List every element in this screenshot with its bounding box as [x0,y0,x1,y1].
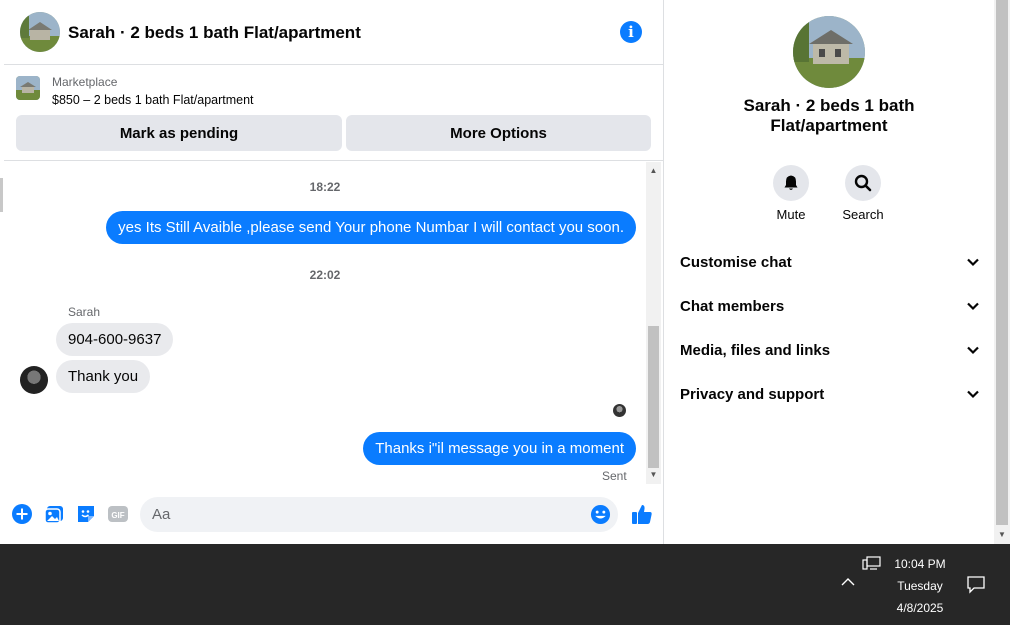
page-scrollbar[interactable]: ▼ [994,0,1010,544]
scroll-down-arrow-icon[interactable]: ▼ [994,528,1010,542]
section-label: Media, files and links [680,341,831,359]
message-thread: 18:22 yes Its Still Avaible ,please send… [4,162,646,486]
chevron-down-icon [967,302,979,311]
plus-circle-icon[interactable] [11,503,33,525]
scroll-up-arrow-icon[interactable]: ▲ [646,164,661,178]
sender-avatar[interactable] [20,366,48,394]
profile-name: Sarah · 2 beds 1 bath Flat/apartment [743,96,915,135]
marketplace-label: Marketplace [52,75,118,89]
more-options-button[interactable]: More Options [346,115,651,151]
network-icon[interactable] [862,555,882,573]
bell-icon [773,165,809,201]
listing-title[interactable]: $850 – 2 beds 1 bath Flat/apartment [52,93,254,107]
listing-avatar[interactable] [20,12,60,52]
system-clock[interactable]: 10:04 PM Tuesday 4/8/2025 [882,553,958,619]
customise-chat-section[interactable]: Customise chat [680,247,980,277]
scroll-down-arrow-icon[interactable]: ▼ [646,468,661,482]
emoji-icon[interactable] [590,504,611,525]
outgoing-message[interactable]: Thanks i"il message you in a moment [363,432,636,465]
section-label: Customise chat [680,253,792,271]
mute-button[interactable]: Mute [761,165,821,222]
listing-thumbnail[interactable] [16,76,40,100]
svg-text:GIF: GIF [111,511,124,520]
chevron-down-icon [967,390,979,399]
chevron-up-icon[interactable] [840,574,856,590]
incoming-message[interactable]: 904-600-9637 [56,323,174,356]
sticker-icon[interactable] [75,503,97,525]
notification-center-icon[interactable] [966,574,986,594]
search-icon [845,165,881,201]
outgoing-message[interactable]: yes Its Still Avaible ,please send Your … [106,211,636,244]
incoming-message[interactable]: Thank you [56,360,151,393]
clock-day: Tuesday [897,579,943,593]
media-files-links-section[interactable]: Media, files and links [680,335,980,365]
chevron-down-icon [967,346,979,355]
seen-indicator-avatar [613,404,626,417]
privacy-support-section[interactable]: Privacy and support [680,379,980,409]
clock-time: 10:04 PM [894,557,946,571]
clock-date: 4/8/2025 [896,601,944,615]
section-label: Privacy and support [680,385,825,403]
mark-as-pending-button[interactable]: Mark as pending [16,115,342,151]
message-input[interactable] [152,497,582,532]
chat-panel: Sarah · 2 beds 1 bath Flat/apartment i M… [4,0,664,544]
messenger-window: Sarah · 2 beds 1 bath Flat/apartment i M… [0,0,1010,625]
chat-members-section[interactable]: Chat members [680,291,980,321]
gif-icon[interactable]: GIF [107,503,129,525]
mute-label: Mute [776,207,806,222]
windows-taskbar: 10:04 PM Tuesday 4/8/2025 [0,544,1010,625]
timestamp: 18:22 [309,180,341,194]
conversation-info-panel: Sarah · 2 beds 1 bath Flat/apartment Mut… [664,0,994,544]
sender-name: Sarah [68,305,101,319]
left-edge-scroll-indicator [0,178,3,212]
info-icon[interactable]: i [620,21,642,43]
timestamp: 22:02 [309,268,341,282]
section-label: Chat members [680,297,785,315]
chevron-down-icon [967,258,979,267]
search-button[interactable]: Search [833,165,893,222]
delivery-status: Sent [602,469,627,483]
search-label: Search [842,207,884,222]
marketplace-banner: Marketplace $850 – 2 beds 1 bath Flat/ap… [4,66,663,161]
page-scroll-thumb[interactable] [996,0,1008,525]
thumbs-up-icon[interactable] [630,502,654,526]
chat-title[interactable]: Sarah · 2 beds 1 bath Flat/apartment [68,23,361,43]
message-input-container [140,497,618,532]
chat-header: Sarah · 2 beds 1 bath Flat/apartment i [4,0,663,65]
thread-scrollbar[interactable]: ▲ ▼ [646,162,661,484]
profile-photo[interactable] [793,16,865,88]
photo-icon[interactable] [43,503,65,525]
scroll-thumb[interactable] [648,326,659,468]
message-composer: GIF [4,490,663,540]
